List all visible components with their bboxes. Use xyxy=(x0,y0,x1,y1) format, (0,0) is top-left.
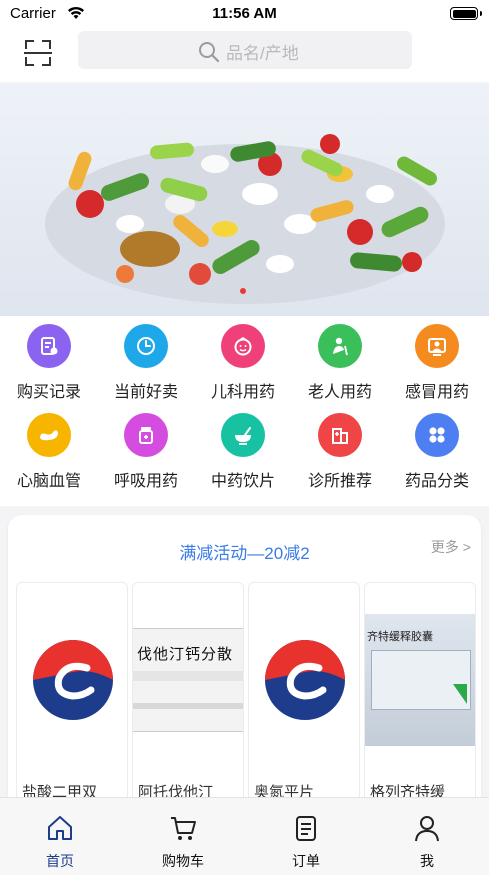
category-label: 呼吸用药 xyxy=(113,473,178,490)
category-hot-selling[interactable]: 当前好卖 xyxy=(98,324,194,402)
promo-title: 满减活动—20减2 xyxy=(179,544,310,563)
promo-section: 满减活动—20减2 更多 > 盐酸二甲双 伐他汀钙分散 阿托伐他汀 奥氮平片 齐… xyxy=(8,515,481,815)
tab-label: 购物车 xyxy=(162,853,204,869)
category-cold[interactable]: 感冒用药 xyxy=(389,324,485,402)
category-elderly[interactable]: 老人用药 xyxy=(292,324,388,402)
more-link[interactable]: 更多 > xyxy=(431,537,471,557)
brand-logo-icon xyxy=(33,640,113,720)
category-pediatric[interactable]: 儿科用药 xyxy=(195,324,291,402)
clock-time: 11:56 AM xyxy=(212,5,277,22)
tab-label: 首页 xyxy=(46,853,74,869)
cart-icon xyxy=(171,817,196,840)
category-herbal[interactable]: 中药饮片 xyxy=(195,413,291,491)
category-label: 购买记录 xyxy=(16,384,81,401)
box-arrow xyxy=(453,684,467,704)
clinic-building-icon xyxy=(318,413,362,457)
box-stripe xyxy=(133,671,243,681)
category-respiratory[interactable]: 呼吸用药 xyxy=(98,413,194,491)
search-placeholder: 品名/产地 xyxy=(226,44,299,63)
product-image xyxy=(249,605,359,755)
child-face-icon xyxy=(221,324,265,368)
category-label: 当前好卖 xyxy=(113,384,178,401)
category-label: 中药饮片 xyxy=(210,473,275,490)
scan-icon[interactable] xyxy=(20,35,56,71)
product-image xyxy=(17,605,127,755)
purchase-record-icon xyxy=(27,324,71,368)
product-image: 伐他汀钙分散 xyxy=(133,605,243,755)
cold-doctor-icon xyxy=(415,324,459,368)
herbal-bowl-icon xyxy=(221,413,265,457)
banner-carousel[interactable] xyxy=(0,84,489,316)
category-grid: 购买记录 当前好卖 儿科用药 老人用药 感冒用药 心脑血管 呼吸用药 中药饮片 … xyxy=(0,316,489,506)
product-image: 齐特缓释胶囊 xyxy=(365,605,475,755)
box-stripe xyxy=(133,703,243,709)
search-input[interactable]: 品名/产地 xyxy=(78,31,412,69)
tab-me[interactable]: 我 xyxy=(387,814,467,871)
box-text: 齐特缓释胶囊 xyxy=(367,631,433,643)
category-label: 诊所推荐 xyxy=(307,473,372,490)
category-label: 老人用药 xyxy=(307,384,372,401)
battery-icon xyxy=(450,7,482,20)
grid-categories-icon xyxy=(415,413,459,457)
carousel-dot-active xyxy=(240,288,246,294)
tab-label: 订单 xyxy=(292,853,320,869)
product-card[interactable]: 盐酸二甲双 xyxy=(16,582,128,815)
medicine-box-image: 齐特缓释胶囊 xyxy=(365,614,475,746)
category-drug-types[interactable]: 药品分类 xyxy=(389,413,485,491)
medicine-box-image: 伐他汀钙分散 xyxy=(133,628,243,732)
order-list-icon xyxy=(296,816,316,841)
product-card[interactable]: 伐他汀钙分散 阿托伐他汀 xyxy=(132,582,244,815)
top-bar: 品名/产地 xyxy=(0,28,489,82)
tab-cart[interactable]: 购物车 xyxy=(143,814,223,871)
clock-icon xyxy=(124,324,168,368)
product-card[interactable]: 齐特缓释胶囊 格列齐特缓 xyxy=(364,582,476,815)
home-icon xyxy=(48,816,72,840)
category-label: 感冒用药 xyxy=(404,384,469,401)
product-card[interactable]: 奥氮平片 xyxy=(248,582,360,815)
status-bar: Carrier 11:56 AM xyxy=(0,0,489,28)
search-icon xyxy=(199,41,220,62)
tab-orders[interactable]: 订单 xyxy=(266,814,346,871)
heart-brain-icon xyxy=(27,413,71,457)
category-label: 心脑血管 xyxy=(16,473,81,490)
tab-bar: 首页 购物车 订单 我 xyxy=(0,797,489,875)
category-label: 药品分类 xyxy=(404,473,469,490)
category-purchase-record[interactable]: 购买记录 xyxy=(1,324,97,402)
user-icon xyxy=(415,816,439,842)
tab-label: 我 xyxy=(420,853,434,869)
category-label: 儿科用药 xyxy=(210,384,275,401)
category-cardio[interactable]: 心脑血管 xyxy=(1,413,97,491)
category-clinic[interactable]: 诊所推荐 xyxy=(292,413,388,491)
brand-logo-icon xyxy=(265,640,345,720)
elder-person-icon xyxy=(318,324,362,368)
medicine-jar-icon xyxy=(124,413,168,457)
box-text: 伐他汀钙分散 xyxy=(137,646,234,663)
medicine-pills-image xyxy=(45,134,445,304)
tab-home[interactable]: 首页 xyxy=(20,814,100,871)
